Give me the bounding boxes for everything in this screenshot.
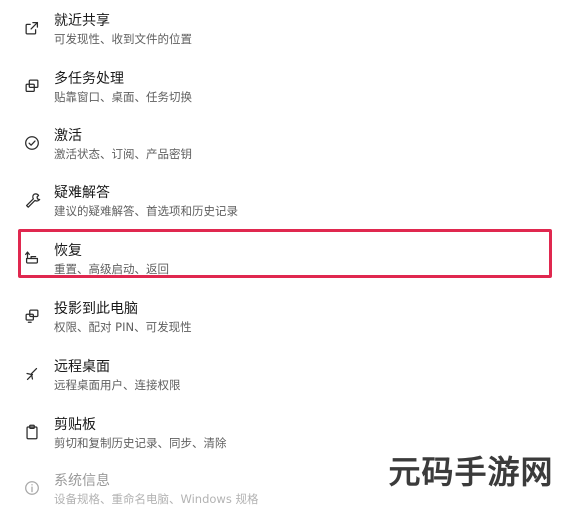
settings-item-title: 多任务处理 xyxy=(54,71,124,87)
activation-check-icon xyxy=(22,133,42,153)
wrench-icon xyxy=(22,190,42,210)
settings-item-subtitle: 贴靠窗口、桌面、任务切换 xyxy=(54,90,192,104)
settings-item-title: 远程桌面 xyxy=(54,359,110,375)
settings-item-subtitle: 剪切和复制历史记录、同步、清除 xyxy=(54,436,227,450)
settings-item-title: 投影到此电脑 xyxy=(54,301,138,317)
settings-item-activation[interactable]: 激活 激活状态、订阅、产品密钥 xyxy=(0,119,540,169)
watermark-text: 元码手游网 xyxy=(388,453,554,491)
settings-item-remote-desktop[interactable]: 远程桌面 远程桌面用户、连接权限 xyxy=(0,350,540,400)
recovery-highlight-box xyxy=(18,229,552,278)
settings-item-title: 剪贴板 xyxy=(54,417,96,433)
settings-item-subtitle: 远程桌面用户、连接权限 xyxy=(54,378,181,392)
settings-item-troubleshoot[interactable]: 疑难解答 建议的疑难解答、首选项和历史记录 xyxy=(0,176,540,226)
share-icon xyxy=(22,18,42,38)
settings-item-subtitle: 权限、配对 PIN、可发现性 xyxy=(54,320,192,334)
settings-item-title: 系统信息 xyxy=(54,473,110,489)
settings-item-title: 疑难解答 xyxy=(54,185,110,201)
site-watermark: 元码手游网 xyxy=(385,444,557,496)
settings-item-subtitle: 激活状态、订阅、产品密钥 xyxy=(54,147,192,161)
project-icon xyxy=(22,306,42,326)
settings-item-title: 激活 xyxy=(54,128,82,144)
multitask-icon xyxy=(22,76,42,96)
clipboard-icon xyxy=(22,422,42,442)
info-icon xyxy=(22,478,42,498)
settings-item-subtitle: 可发现性、收到文件的位置 xyxy=(54,32,192,46)
settings-item-projecting[interactable]: 投影到此电脑 权限、配对 PIN、可发现性 xyxy=(0,292,540,342)
remote-desktop-icon xyxy=(22,364,42,384)
settings-item-multitasking[interactable]: 多任务处理 贴靠窗口、桌面、任务切换 xyxy=(0,62,540,112)
settings-item-nearby-sharing[interactable]: 就近共享 可发现性、收到文件的位置 xyxy=(0,4,540,54)
settings-item-subtitle: 建议的疑难解答、首选项和历史记录 xyxy=(54,204,238,218)
settings-item-title: 就近共享 xyxy=(54,13,110,29)
